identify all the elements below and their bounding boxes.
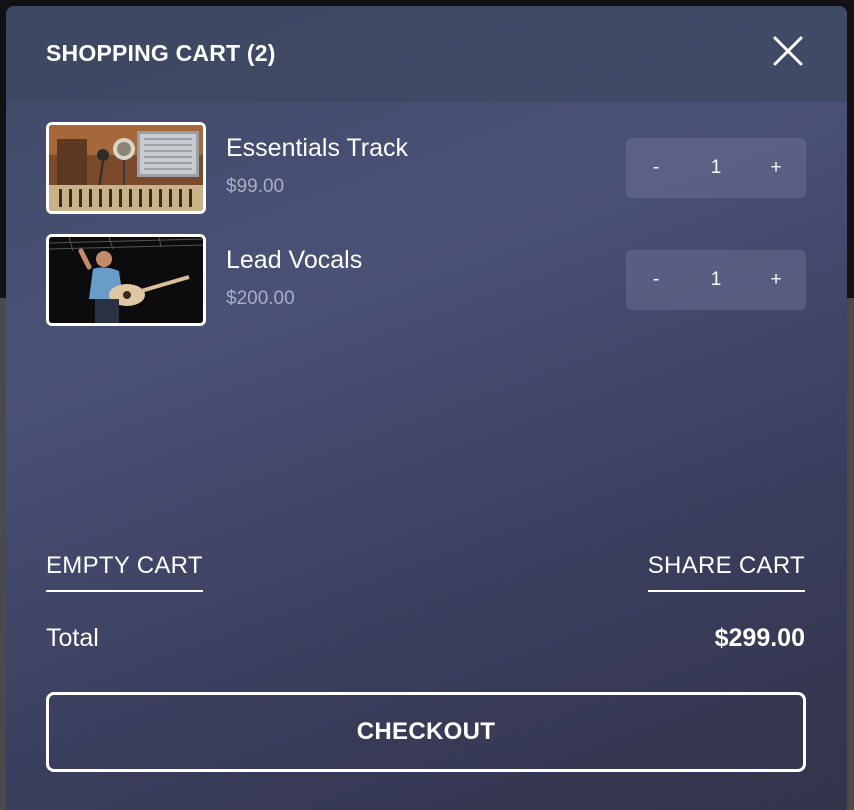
quantity-value: 1: [710, 157, 722, 178]
checkout-button[interactable]: CHECKOUT: [46, 692, 806, 772]
modal-title: SHOPPING CART (2): [46, 40, 276, 67]
item-price: $99.00: [226, 176, 285, 197]
item-name: Essentials Track: [226, 134, 409, 162]
cart-title: SHOPPING CART: [46, 40, 241, 66]
total-value: $299.00: [714, 624, 805, 652]
singer-guitar-image: [46, 234, 206, 326]
cart-count: (2): [246, 40, 276, 66]
quantity-stepper: - 1 +: [626, 138, 806, 198]
total-label: Total: [46, 624, 99, 652]
item-name: Lead Vocals: [226, 246, 363, 274]
modal-header: SHOPPING CART (2): [6, 6, 847, 102]
cart-item: Lead Vocals $200.00 - 1 +: [46, 234, 806, 326]
increase-quantity-button[interactable]: +: [770, 157, 782, 179]
share-cart-button[interactable]: SHARE CART: [647, 552, 805, 592]
decrease-quantity-button[interactable]: -: [650, 157, 662, 179]
shopping-cart-modal: SHOPPING CART (2) Essentials Track $99.0…: [6, 6, 847, 810]
decrease-quantity-button[interactable]: -: [650, 269, 662, 291]
close-icon: [773, 36, 803, 66]
item-price: $200.00: [226, 288, 295, 309]
recording-studio-image: [46, 122, 206, 214]
increase-quantity-button[interactable]: +: [770, 269, 782, 291]
close-button[interactable]: [771, 34, 805, 68]
cart-item: Essentials Track $99.00 - 1 +: [46, 122, 806, 214]
quantity-stepper: - 1 +: [626, 250, 806, 310]
quantity-value: 1: [710, 269, 722, 290]
empty-cart-button[interactable]: EMPTY CART: [46, 552, 203, 592]
